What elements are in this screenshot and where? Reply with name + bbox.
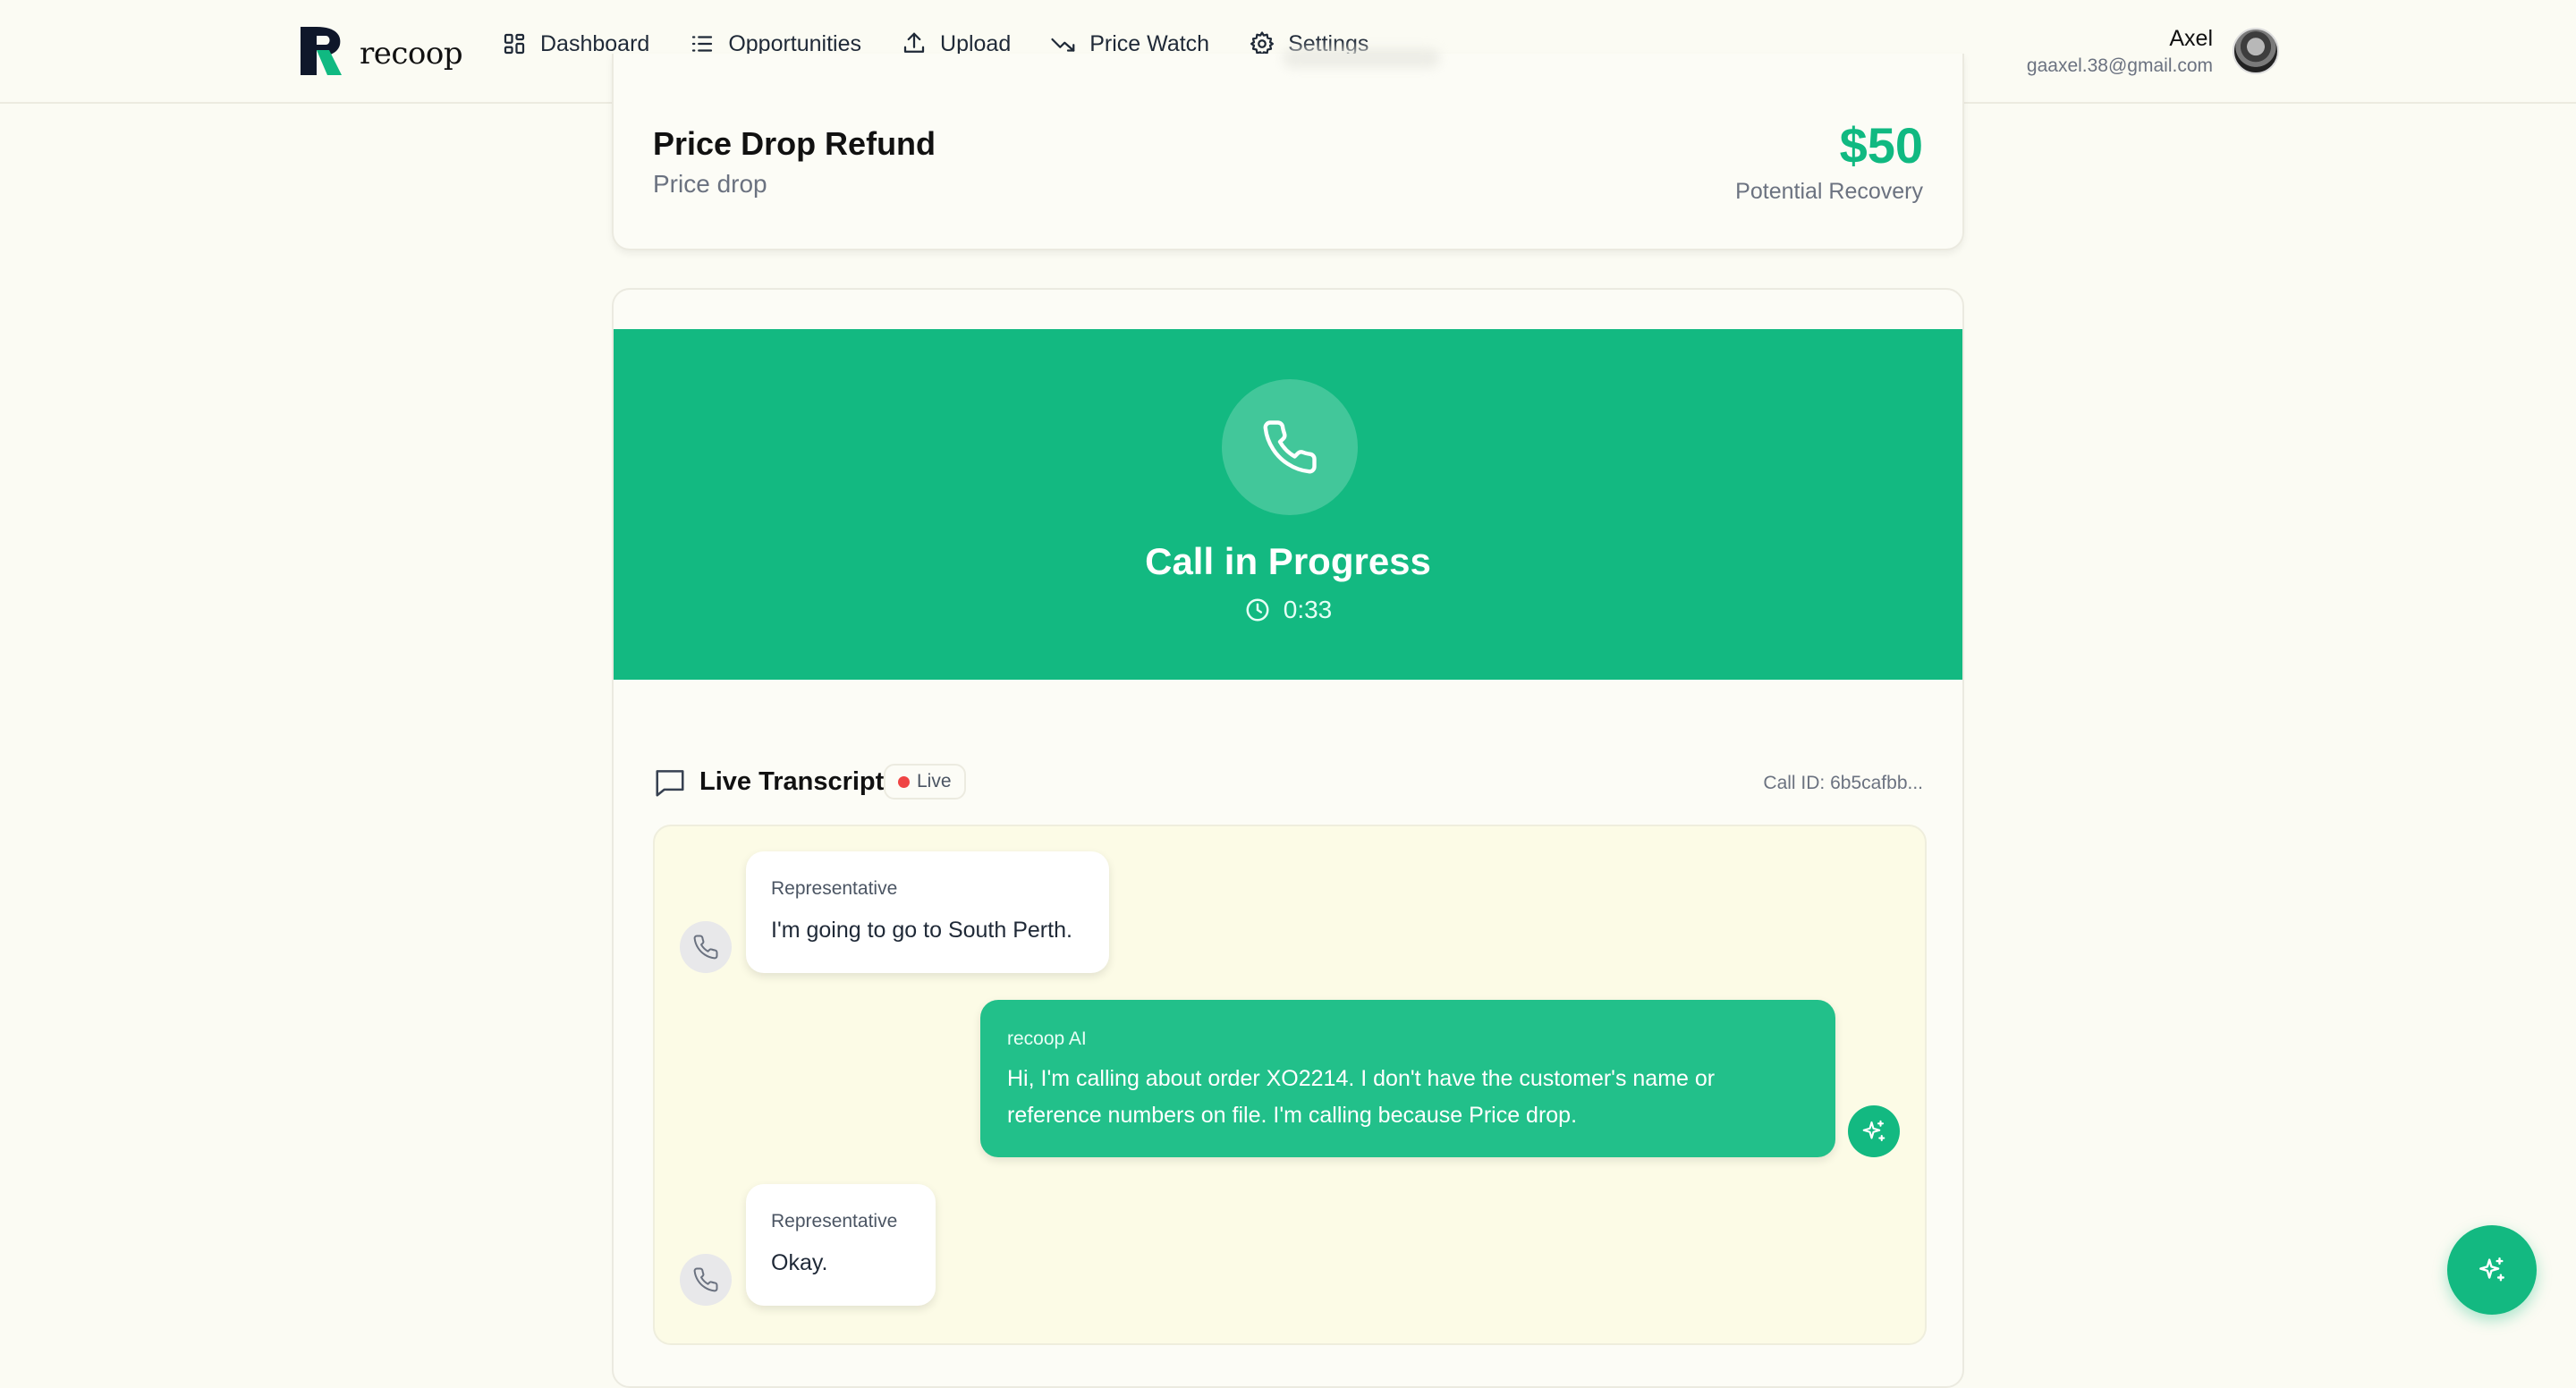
call-timer-value: 0:33: [1283, 596, 1333, 623]
call-card: Call in Progress 0:33 Live Transcript Li…: [612, 288, 1964, 1388]
user-name: Axel: [2169, 26, 2213, 51]
live-dot-icon: [898, 775, 910, 788]
message-bubble-ai: recoop AI Hi, I'm calling about order XO…: [980, 1000, 1835, 1157]
call-status-banner: Call in Progress 0:33: [614, 329, 1962, 680]
call-timer: 0:33: [614, 596, 1962, 624]
message-bubble-representative: Representative I'm going to go to South …: [746, 851, 1109, 973]
transcript-messages[interactable]: Representative I'm going to go to South …: [653, 825, 1927, 1345]
call-status-text: Call in Progress: [1145, 540, 1431, 582]
message-text: Hi, I'm calling about order XO2214. I do…: [1007, 1066, 1716, 1128]
recovery-amount-label: Potential Recovery: [1735, 179, 1923, 204]
message-speaker: recoop AI: [1007, 1028, 1087, 1049]
ai-avatar: [1848, 1105, 1900, 1157]
scroll-shadow: [1283, 48, 1440, 68]
opportunity-type: Price drop: [653, 170, 767, 198]
recovery-amount: $50: [1839, 117, 1923, 174]
opportunity-summary-card: Price Drop Refund Price drop $50 Potenti…: [612, 48, 1964, 250]
avatar[interactable]: [2233, 28, 2279, 74]
transcript-title: Live Transcript: [699, 767, 885, 796]
brand-logo[interactable]: recoop: [297, 23, 463, 79]
live-badge: Live: [884, 764, 966, 800]
sparkles-icon: [2479, 1257, 2504, 1282]
call-id: Call ID: 6b5cafbb...: [1763, 773, 1923, 793]
opportunity-title: Price Drop Refund: [653, 125, 936, 162]
representative-avatar: [680, 1254, 732, 1306]
transcript-header: Live Transcript Live Call ID: 6b5cafbb..…: [653, 760, 1923, 805]
brand-name: recoop: [360, 36, 463, 72]
representative-avatar: [680, 921, 732, 973]
user-menu[interactable]: Axel gaaxel.38@gmail.com: [2027, 23, 2279, 79]
chat-bubble-icon: [656, 770, 684, 797]
user-info: Axel gaaxel.38@gmail.com: [2027, 23, 2213, 79]
message-text: Okay.: [771, 1250, 828, 1275]
phone-icon: [693, 935, 718, 960]
message-text: I'm going to go to South Perth.: [771, 918, 1072, 943]
clock-icon: [1246, 598, 1269, 622]
sparkles-icon: [1862, 1120, 1885, 1142]
user-email: gaaxel.38@gmail.com: [2026, 55, 2213, 76]
dashboard-grid-icon: [504, 33, 525, 55]
live-badge-label: Live: [917, 771, 952, 791]
ai-assistant-button[interactable]: [2447, 1225, 2537, 1315]
call-icon-container: [1222, 379, 1358, 515]
message-bubble-representative: Representative Okay.: [746, 1184, 936, 1306]
message-speaker: Representative: [771, 878, 898, 899]
recoop-logo-icon: [301, 27, 342, 75]
phone-icon: [693, 1267, 718, 1292]
message-speaker: Representative: [771, 1211, 898, 1231]
phone-icon: [1263, 420, 1317, 474]
